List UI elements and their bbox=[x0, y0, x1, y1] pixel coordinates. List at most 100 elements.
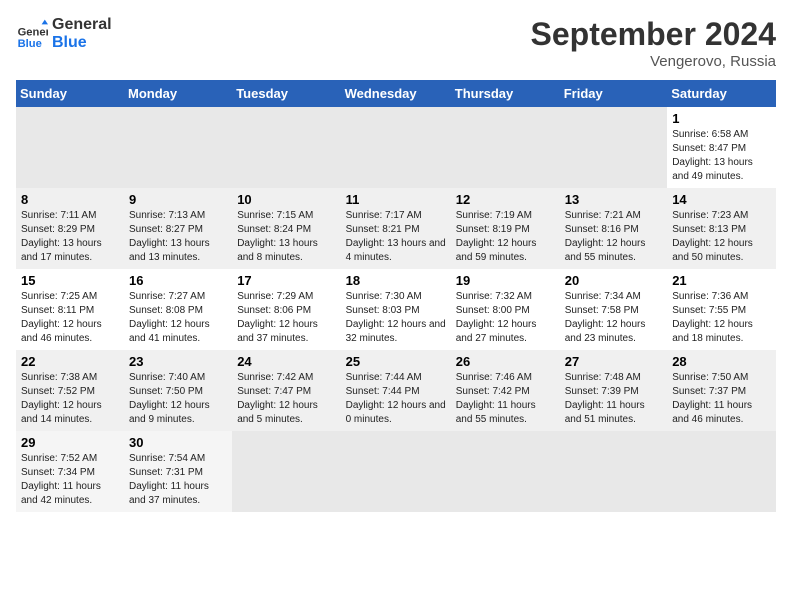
day-detail: Sunrise: 6:58 AMSunset: 8:47 PMDaylight:… bbox=[672, 128, 771, 184]
day-number: 11 bbox=[346, 192, 446, 207]
calendar-week-row: 8 Sunrise: 7:11 AMSunset: 8:29 PMDaylight… bbox=[16, 188, 776, 269]
day-detail: Sunrise: 7:36 AMSunset: 7:55 PMDaylight:… bbox=[672, 290, 771, 346]
calendar-cell: 12 Sunrise: 7:19 AMSunset: 8:19 PMDayligh… bbox=[451, 188, 560, 269]
calendar-cell: 10 Sunrise: 7:15 AMSunset: 8:24 PMDayligh… bbox=[232, 188, 340, 269]
day-detail: Sunrise: 7:21 AMSunset: 8:16 PMDaylight:… bbox=[565, 209, 662, 265]
day-number: 16 bbox=[129, 273, 227, 288]
day-detail: Sunrise: 7:40 AMSunset: 7:50 PMDaylight:… bbox=[129, 371, 227, 427]
calendar-cell: 15 Sunrise: 7:25 AMSunset: 8:11 PMDayligh… bbox=[16, 269, 124, 350]
logo-icon: General Blue bbox=[16, 18, 48, 50]
day-detail: Sunrise: 7:44 AMSunset: 7:44 PMDaylight:… bbox=[346, 371, 446, 427]
calendar-cell: 20Sunrise: 7:34 AMSunset: 7:58 PMDayligh… bbox=[560, 269, 667, 350]
day-header-saturday: Saturday bbox=[667, 80, 776, 107]
day-number: 26 bbox=[456, 354, 555, 369]
calendar-cell: 25 Sunrise: 7:44 AMSunset: 7:44 PMDayligh… bbox=[341, 350, 451, 431]
day-number: 22 bbox=[21, 354, 119, 369]
calendar-week-row: 29 Sunrise: 7:52 AMSunset: 7:34 PMDayligh… bbox=[16, 431, 776, 512]
logo-line1: General bbox=[52, 16, 112, 34]
day-header-monday: Monday bbox=[124, 80, 232, 107]
calendar-cell: 17 Sunrise: 7:29 AMSunset: 8:06 PMDayligh… bbox=[232, 269, 340, 350]
day-detail: Sunrise: 7:50 AMSunset: 7:37 PMDaylight:… bbox=[672, 371, 771, 427]
calendar-cell bbox=[451, 431, 560, 512]
day-number: 17 bbox=[237, 273, 335, 288]
day-number: 15 bbox=[21, 273, 119, 288]
svg-text:Blue: Blue bbox=[18, 38, 42, 50]
day-number: 21 bbox=[672, 273, 771, 288]
day-number: 25 bbox=[346, 354, 446, 369]
day-number: 20 bbox=[565, 273, 662, 288]
calendar-cell bbox=[124, 107, 232, 188]
calendar-cell: 22 Sunrise: 7:38 AMSunset: 7:52 PMDayligh… bbox=[16, 350, 124, 431]
day-number: 30 bbox=[129, 435, 227, 450]
calendar-week-row: 15 Sunrise: 7:25 AMSunset: 8:11 PMDayligh… bbox=[16, 269, 776, 350]
day-header-wednesday: Wednesday bbox=[341, 80, 451, 107]
day-detail: Sunrise: 7:54 AMSunset: 7:31 PMDaylight:… bbox=[129, 452, 227, 508]
calendar-header-row: SundayMondayTuesdayWednesdayThursdayFrid… bbox=[16, 80, 776, 107]
day-number: 28 bbox=[672, 354, 771, 369]
calendar-cell: 14 Sunrise: 7:23 AMSunset: 8:13 PMDayligh… bbox=[667, 188, 776, 269]
title-block: September 2024 Vengerovo, Russia bbox=[531, 16, 776, 70]
calendar-cell: 1 Sunrise: 6:58 AMSunset: 8:47 PMDaylight… bbox=[667, 107, 776, 188]
calendar-cell bbox=[232, 107, 340, 188]
day-detail: Sunrise: 7:25 AMSunset: 8:11 PMDaylight:… bbox=[21, 290, 119, 346]
calendar-cell bbox=[451, 107, 560, 188]
calendar-cell bbox=[232, 431, 340, 512]
day-detail: Sunrise: 7:17 AMSunset: 8:21 PMDaylight:… bbox=[346, 209, 446, 265]
calendar-cell: 11 Sunrise: 7:17 AMSunset: 8:21 PMDayligh… bbox=[341, 188, 451, 269]
day-detail: Sunrise: 7:29 AMSunset: 8:06 PMDaylight:… bbox=[237, 290, 335, 346]
day-number: 29 bbox=[21, 435, 119, 450]
day-number: 12 bbox=[456, 192, 555, 207]
day-detail: Sunrise: 7:23 AMSunset: 8:13 PMDaylight:… bbox=[672, 209, 771, 265]
month-title: September 2024 bbox=[531, 16, 776, 53]
calendar-cell: 16Sunrise: 7:27 AMSunset: 8:08 PMDayligh… bbox=[124, 269, 232, 350]
calendar-cell: 9Sunrise: 7:13 AMSunset: 8:27 PMDaylight… bbox=[124, 188, 232, 269]
day-header-sunday: Sunday bbox=[16, 80, 124, 107]
calendar-cell: 18 Sunrise: 7:30 AMSunset: 8:03 PMDayligh… bbox=[341, 269, 451, 350]
day-number: 13 bbox=[565, 192, 662, 207]
location: Vengerovo, Russia bbox=[531, 53, 776, 70]
day-detail: Sunrise: 7:42 AMSunset: 7:47 PMDaylight:… bbox=[237, 371, 335, 427]
day-detail: Sunrise: 7:30 AMSunset: 8:03 PMDaylight:… bbox=[346, 290, 446, 346]
day-header-friday: Friday bbox=[560, 80, 667, 107]
calendar-cell bbox=[667, 431, 776, 512]
calendar-cell: 23Sunrise: 7:40 AMSunset: 7:50 PMDayligh… bbox=[124, 350, 232, 431]
calendar-cell: 19 Sunrise: 7:32 AMSunset: 8:00 PMDayligh… bbox=[451, 269, 560, 350]
calendar-cell: 24 Sunrise: 7:42 AMSunset: 7:47 PMDayligh… bbox=[232, 350, 340, 431]
day-detail: Sunrise: 7:32 AMSunset: 8:00 PMDaylight:… bbox=[456, 290, 555, 346]
day-detail: Sunrise: 7:19 AMSunset: 8:19 PMDaylight:… bbox=[456, 209, 555, 265]
day-number: 14 bbox=[672, 192, 771, 207]
day-detail: Sunrise: 7:48 AMSunset: 7:39 PMDaylight:… bbox=[565, 371, 662, 427]
day-detail: Sunrise: 7:11 AMSunset: 8:29 PMDaylight:… bbox=[21, 209, 119, 265]
calendar-cell bbox=[560, 431, 667, 512]
calendar-cell bbox=[16, 107, 124, 188]
day-number: 18 bbox=[346, 273, 446, 288]
calendar-cell bbox=[341, 107, 451, 188]
logo: General Blue General Blue bbox=[16, 16, 112, 52]
calendar-cell: 29 Sunrise: 7:52 AMSunset: 7:34 PMDayligh… bbox=[16, 431, 124, 512]
calendar-cell: 21 Sunrise: 7:36 AMSunset: 7:55 PMDayligh… bbox=[667, 269, 776, 350]
calendar-week-row: 1 Sunrise: 6:58 AMSunset: 8:47 PMDaylight… bbox=[16, 107, 776, 188]
calendar-cell: 28 Sunrise: 7:50 AMSunset: 7:37 PMDayligh… bbox=[667, 350, 776, 431]
calendar-cell: 8 Sunrise: 7:11 AMSunset: 8:29 PMDaylight… bbox=[16, 188, 124, 269]
day-detail: Sunrise: 7:46 AMSunset: 7:42 PMDaylight:… bbox=[456, 371, 555, 427]
day-number: 24 bbox=[237, 354, 335, 369]
calendar-cell: 26 Sunrise: 7:46 AMSunset: 7:42 PMDayligh… bbox=[451, 350, 560, 431]
calendar-cell: 27 Sunrise: 7:48 AMSunset: 7:39 PMDayligh… bbox=[560, 350, 667, 431]
day-detail: Sunrise: 7:52 AMSunset: 7:34 PMDaylight:… bbox=[21, 452, 119, 508]
logo-line2: Blue bbox=[52, 34, 112, 52]
calendar-cell: 13 Sunrise: 7:21 AMSunset: 8:16 PMDayligh… bbox=[560, 188, 667, 269]
day-number: 8 bbox=[21, 192, 119, 207]
day-number: 19 bbox=[456, 273, 555, 288]
day-number: 10 bbox=[237, 192, 335, 207]
calendar-cell bbox=[560, 107, 667, 188]
page-header: General Blue General Blue September 2024… bbox=[16, 16, 776, 70]
calendar-week-row: 22 Sunrise: 7:38 AMSunset: 7:52 PMDayligh… bbox=[16, 350, 776, 431]
day-number: 9 bbox=[129, 192, 227, 207]
day-number: 1 bbox=[672, 111, 771, 126]
day-number: 27 bbox=[565, 354, 662, 369]
day-detail: Sunrise: 7:15 AMSunset: 8:24 PMDaylight:… bbox=[237, 209, 335, 265]
calendar-table: SundayMondayTuesdayWednesdayThursdayFrid… bbox=[16, 80, 776, 512]
day-detail: Sunrise: 7:38 AMSunset: 7:52 PMDaylight:… bbox=[21, 371, 119, 427]
calendar-cell bbox=[341, 431, 451, 512]
day-header-tuesday: Tuesday bbox=[232, 80, 340, 107]
